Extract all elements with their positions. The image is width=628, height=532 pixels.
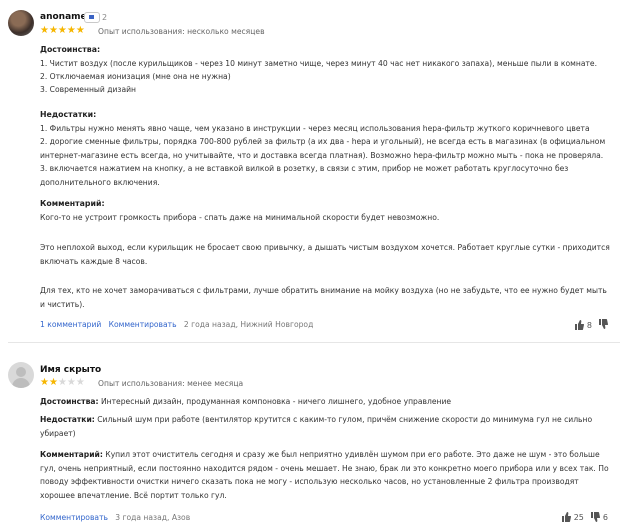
star-icon: ★★★★★ <box>40 25 85 36</box>
comment-row: Комментарий: Купил этот очиститель сегод… <box>40 448 612 502</box>
review-divider <box>8 342 620 343</box>
flag-icon <box>84 12 100 23</box>
like-count: 25 <box>573 512 584 522</box>
review-meta: 2 года назад, Нижний Новгород <box>183 320 314 329</box>
comment-title: Комментарий: <box>40 450 103 459</box>
pros-line: 1. Чистит воздух (после курильщиков - че… <box>40 59 597 68</box>
cons-line: 3. включается нажатием на кнопку, а не в… <box>40 164 569 187</box>
reply-button[interactable]: Комментировать <box>40 513 108 522</box>
pros-title: Достоинства: <box>40 45 101 54</box>
dislike-button[interactable] <box>598 319 608 331</box>
star-empty-icon: ★★★ <box>57 377 85 388</box>
vote-controls: 8 <box>574 319 608 331</box>
experience-text: Опыт использования: менее месяца <box>98 379 244 388</box>
comment-text: Купил этот очиститель сегодня и сразу же… <box>40 450 609 500</box>
reply-button[interactable]: Комментировать <box>109 320 177 329</box>
comment-line: Для тех, кто не хочет заморачиваться с ф… <box>40 286 607 309</box>
comment-line: Это неплохой выход, если курильщик не бр… <box>40 243 610 266</box>
badge-count: 2 <box>102 13 108 22</box>
cons-line: 1. Фильтры нужно менять явно чаще, чем у… <box>40 124 590 133</box>
thumbs-up-icon <box>561 512 571 522</box>
star-icon: ★★ <box>40 377 58 388</box>
author-avatar[interactable] <box>8 10 34 36</box>
dislike-count: 6 <box>602 512 608 522</box>
author-name[interactable]: anoname <box>40 12 87 22</box>
cons-title: Недостатки: <box>40 415 95 424</box>
comment-line: Кого-то не устроит громкость прибора - с… <box>40 213 440 222</box>
review-meta: 3 года назад, Азов <box>115 513 191 522</box>
author-name[interactable]: Имя скрыто <box>40 365 101 375</box>
thumbs-down-icon <box>590 512 600 522</box>
comment-title: Комментарий: <box>40 199 105 208</box>
vote-controls: 25 6 <box>561 512 608 522</box>
rating-stars: ★★★★★ <box>40 377 85 388</box>
dislike-button[interactable]: 6 <box>590 512 608 522</box>
like-button[interactable]: 25 <box>561 512 584 522</box>
review-footer: 1 комментарий Комментировать 2 года наза… <box>40 320 313 329</box>
cons-text: Сильный шум при работе (вентилятор крути… <box>40 415 593 438</box>
author-badge: 2 <box>84 12 107 23</box>
comments-link[interactable]: 1 комментарий <box>40 320 101 329</box>
cons-title: Недостатки: <box>40 110 97 119</box>
pros-title: Достоинства: <box>40 397 99 406</box>
experience-text: Опыт использования: несколько месяцев <box>98 27 265 36</box>
cons-line: 2. дорогие сменные фильтры, порядка 700-… <box>40 137 606 160</box>
review-footer: Комментировать 3 года назад, Азов <box>40 513 190 522</box>
cons-row: Недостатки: Сильный шум при работе (вент… <box>40 413 612 440</box>
pros-line: 2. Отключаемая ионизация (мне она не нуж… <box>40 72 231 81</box>
pros-line: 3. Современный дизайн <box>40 85 137 94</box>
author-avatar[interactable] <box>8 362 34 388</box>
thumbs-down-icon <box>599 319 608 329</box>
like-count: 8 <box>586 320 592 330</box>
pros-text: Интересный дизайн, продуманная компоновк… <box>100 397 452 406</box>
like-button[interactable]: 8 <box>574 320 592 330</box>
pros-row: Достоинства: Интересный дизайн, продуман… <box>40 395 612 409</box>
rating-stars: ★★★★★ <box>40 25 85 36</box>
thumbs-up-icon <box>574 320 584 330</box>
